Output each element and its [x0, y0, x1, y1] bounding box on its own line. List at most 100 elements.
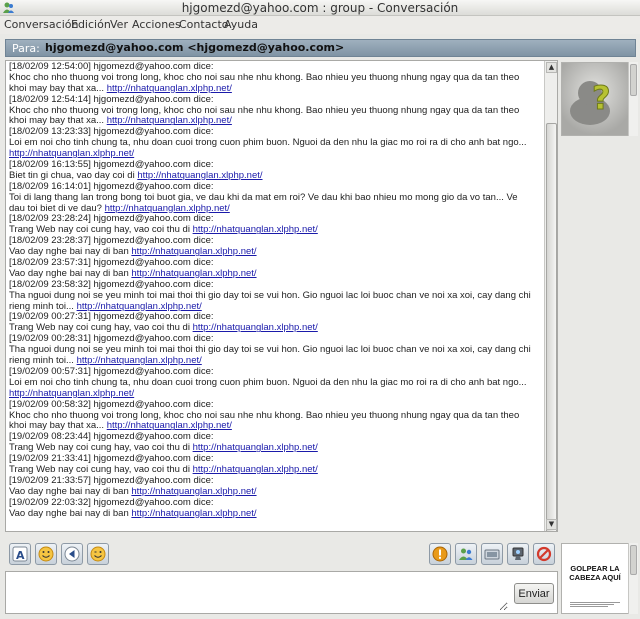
message-text: Loi em noi cho tinh chung ta, nhu doan c… — [9, 376, 527, 388]
ad-banner[interactable]: GOLPEAR LA CABEZA AQUÍ — [561, 543, 629, 614]
message-text: Khoc cho nho thuong voi trong long, khoc… — [9, 71, 520, 83]
message-text: Trang Web nay coi cung hay, vao coi thu … — [9, 442, 193, 454]
window-title: hjgomezd@yahoo.com : group - Conversació… — [181, 1, 459, 15]
block-button[interactable] — [533, 543, 555, 565]
warning-button[interactable] — [429, 543, 451, 565]
avatar-scroll-thumb[interactable] — [630, 64, 637, 96]
send-button[interactable]: Enviar — [514, 583, 554, 604]
menu-bar: Conversación Edición Ver Acciones Contac… — [0, 16, 640, 34]
message-link[interactable]: http://nhatquanglan.xlphp.net/ — [193, 224, 318, 235]
message-link[interactable]: http://nhatquanglan.xlphp.net/ — [107, 115, 232, 127]
avatar-scrollbar[interactable] — [628, 62, 638, 136]
svg-text:?: ? — [592, 79, 611, 117]
message-text: Vao day nghe bai nay di ban — [9, 485, 132, 497]
message-text: [19/02/09 22:03:32] hjgomezd@yahoo.com d… — [9, 496, 214, 508]
menu-acciones[interactable]: Acciones — [132, 18, 181, 31]
message-link[interactable]: http://nhatquanglan.xlphp.net/ — [131, 508, 256, 519]
message-text: Vao day nghe bai nay di ban — [9, 246, 132, 258]
message-text: rieng minh toi... — [9, 355, 77, 367]
message-text: [19/02/09 00:28:31] hjgomezd@yahoo.com d… — [9, 333, 214, 345]
message-text: [19/02/09 00:58:32] hjgomezd@yahoo.com d… — [9, 398, 214, 410]
message-text: [19/02/09 21:33:57] hjgomezd@yahoo.com d… — [9, 474, 214, 486]
message-text: Tha nguoi dung noi se yeu minh toi mai t… — [9, 289, 531, 301]
message-text: [18/02/09 12:54:00] hjgomezd@yahoo.com d… — [9, 61, 214, 72]
ad-text: GOLPEAR LA CABEZA AQUÍ — [569, 564, 621, 582]
menu-contacto[interactable]: Contacto — [179, 18, 229, 31]
ad-scroll-thumb[interactable] — [630, 545, 637, 575]
message-link[interactable]: http://nhatquanglan.xlphp.net/ — [9, 148, 134, 159]
ad-fine-print-graphic — [570, 602, 620, 607]
conversation-scrollbar[interactable]: ▲ ▼ — [544, 61, 557, 531]
menu-conversacion[interactable]: Conversación — [4, 18, 78, 31]
message-text: [19/02/09 21:33:41] hjgomezd@yahoo.com d… — [9, 453, 214, 465]
message-link[interactable]: http://nhatquanglan.xlphp.net/ — [193, 322, 318, 333]
message-text: [18/02/09 23:28:37] hjgomezd@yahoo.com d… — [9, 235, 214, 247]
message-text: [19/02/09 00:27:31] hjgomezd@yahoo.com d… — [9, 311, 214, 323]
scroll-down-arrow[interactable]: ▼ — [546, 519, 557, 530]
message-text: Khoc cho nho thuong voi trong long, khoc… — [9, 104, 520, 116]
message-text: Vao day nghe bai nay di ban — [9, 267, 132, 279]
message-input-area: Enviar — [5, 571, 558, 614]
message-text: Trang Web nay coi cung hay, vao coi thu … — [9, 224, 193, 236]
message-list: [18/02/09 12:54:00] hjgomezd@yahoo.com d… — [6, 61, 545, 531]
recipient-value: hjgomezd@yahoo.com <hjgomezd@yahoo.com> — [45, 41, 345, 54]
message-link[interactable]: http://nhatquanglan.xlphp.net/ — [77, 301, 202, 312]
message-link[interactable]: http://nhatquanglan.xlphp.net/ — [131, 486, 256, 497]
message-link[interactable]: http://nhatquanglan.xlphp.net/ — [9, 388, 134, 399]
compose-toolbar: A — [5, 543, 558, 569]
message-text: Toi di lang thang lan trong bong toi buo… — [9, 191, 518, 203]
message-link[interactable]: http://nhatquanglan.xlphp.net/ — [105, 203, 230, 214]
message-link[interactable]: http://nhatquanglan.xlphp.net/ — [193, 442, 318, 453]
message-text: rieng minh toi... — [9, 300, 77, 312]
message-text: [18/02/09 16:14:01] hjgomezd@yahoo.com d… — [9, 180, 214, 192]
font-icon: A — [12, 546, 28, 562]
emoticon-button[interactable] — [35, 543, 57, 565]
menu-edicion[interactable]: Edición — [71, 18, 111, 31]
invite-contact-button[interactable] — [455, 543, 477, 565]
scroll-thumb[interactable] — [546, 123, 557, 531]
ad-scrollbar[interactable] — [628, 543, 638, 614]
nudge-icon — [64, 546, 80, 562]
nudge-button[interactable] — [61, 543, 83, 565]
wink-icon — [90, 546, 106, 562]
block-icon — [536, 546, 552, 562]
message-text: [18/02/09 23:58:32] hjgomezd@yahoo.com d… — [9, 278, 214, 290]
recipient-bar: Para: hjgomezd@yahoo.com <hjgomezd@yahoo… — [5, 39, 636, 57]
message-text: [18/02/09 13:23:33] hjgomezd@yahoo.com d… — [9, 126, 214, 138]
message-text: [18/02/09 12:54:14] hjgomezd@yahoo.com d… — [9, 93, 214, 105]
message-link[interactable]: http://nhatquanglan.xlphp.net/ — [107, 83, 232, 94]
font-button[interactable]: A — [9, 543, 31, 565]
unknown-contact-icon: ? — [562, 63, 628, 135]
message-text: Loi em noi cho tinh chung ta, nhu doan c… — [9, 137, 527, 149]
send-file-button[interactable] — [481, 543, 503, 565]
message-link[interactable]: http://nhatquanglan.xlphp.net/ — [137, 170, 262, 181]
menu-ver[interactable]: Ver — [110, 18, 128, 31]
wink-button[interactable] — [87, 543, 109, 565]
message-text: [18/02/09 23:57:31] hjgomezd@yahoo.com d… — [9, 257, 214, 269]
webcam-button[interactable] — [507, 543, 529, 565]
message-link[interactable]: http://nhatquanglan.xlphp.net/ — [131, 268, 256, 279]
message-link[interactable]: http://nhatquanglan.xlphp.net/ — [131, 246, 256, 257]
message-text: khoi may bay that xa... — [9, 115, 107, 127]
message-text: Vao day nghe bai nay di ban — [9, 507, 132, 519]
message-text: [19/02/09 00:57:31] hjgomezd@yahoo.com d… — [9, 365, 214, 377]
message-text: [18/02/09 16:13:55] hjgomezd@yahoo.com d… — [9, 159, 214, 171]
contact-avatar: ? — [561, 62, 629, 136]
send-file-icon — [484, 549, 500, 560]
message-text: Khoc cho nho thuong voi trong long, khoc… — [9, 409, 520, 421]
message-link[interactable]: http://nhatquanglan.xlphp.net/ — [77, 355, 202, 366]
message-text: Trang Web nay coi cung hay, vao coi thu … — [9, 463, 193, 475]
message-text: [19/02/09 08:23:44] hjgomezd@yahoo.com d… — [9, 431, 214, 443]
message-input[interactable] — [8, 574, 508, 611]
message-text: dau toi biet di ve dau? — [9, 202, 105, 214]
menu-ayuda[interactable]: Ayuda — [224, 18, 258, 31]
message-text: khoi may bay that xa... — [9, 82, 107, 94]
recipient-label: Para: — [12, 42, 40, 55]
message-link[interactable]: http://nhatquanglan.xlphp.net/ — [107, 420, 232, 431]
scroll-up-arrow[interactable]: ▲ — [546, 62, 557, 73]
message-link[interactable]: http://nhatquanglan.xlphp.net/ — [193, 464, 318, 475]
svg-text:A: A — [16, 549, 25, 562]
message-line: Vao day nghe bai nay di ban http://nhatq… — [9, 507, 542, 520]
smiley-icon — [38, 546, 54, 562]
conversation-history[interactable]: [18/02/09 12:54:00] hjgomezd@yahoo.com d… — [5, 60, 558, 532]
